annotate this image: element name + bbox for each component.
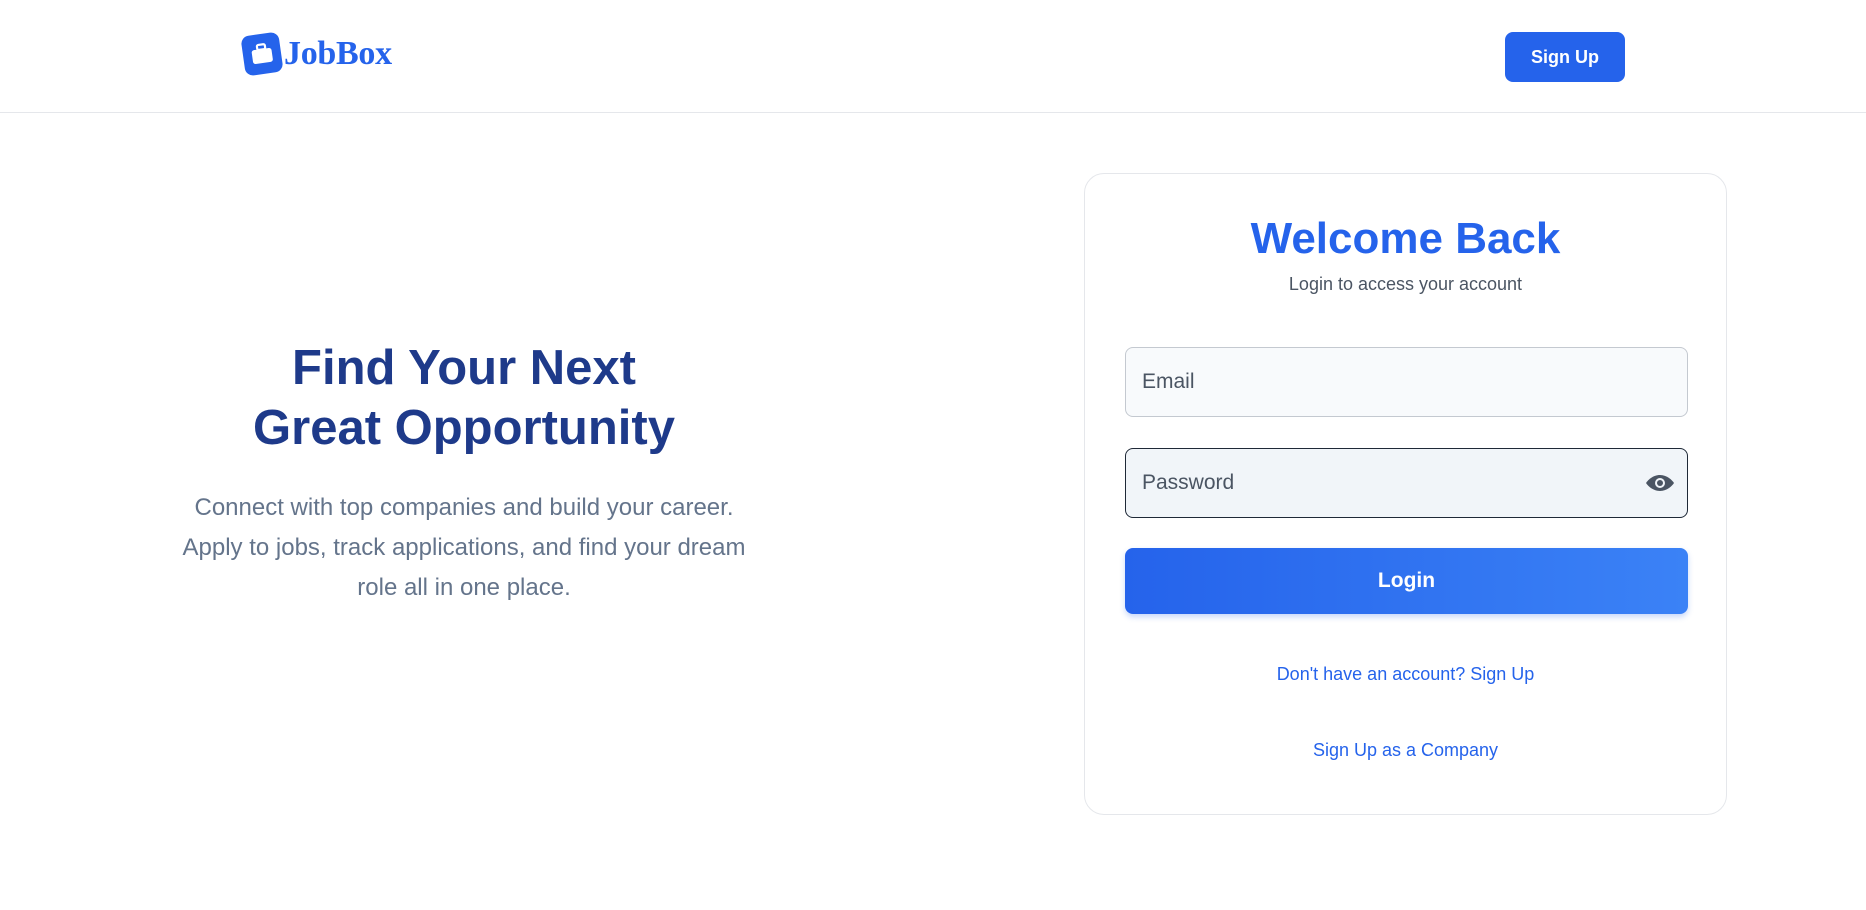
hero-subtitle: Connect with top companies and build you…: [182, 494, 746, 601]
hero-title-line-2: Great Opportunity: [253, 401, 675, 455]
hero-title-line-1: Find Your Next: [292, 341, 636, 395]
top-nav: JobBox Sign Up: [0, 0, 1866, 113]
password-field-wrapper: [1125, 448, 1688, 518]
header-signup-button[interactable]: Sign Up: [1505, 32, 1625, 82]
briefcase-icon: [240, 31, 284, 77]
email-field[interactable]: [1126, 348, 1687, 416]
logo-text: JobBox: [284, 35, 392, 72]
login-button[interactable]: Login: [1125, 548, 1688, 614]
login-card: Welcome Back Login to access your accoun…: [1084, 173, 1727, 815]
email-field-wrapper: [1125, 347, 1688, 417]
hero-title: Find Your Next Great Opportunity: [140, 338, 788, 458]
company-signup-link[interactable]: Sign Up as a Company: [1085, 740, 1726, 761]
eye-icon[interactable]: [1645, 471, 1675, 495]
login-title: Welcome Back: [1250, 214, 1561, 263]
login-subtitle: Login to access your account: [1288, 274, 1523, 294]
logo[interactable]: JobBox: [240, 31, 392, 77]
signup-link[interactable]: Don't have an account? Sign Up: [1085, 664, 1726, 685]
password-field[interactable]: [1126, 449, 1687, 517]
hero-section: Find Your Next Great Opportunity Connect…: [140, 338, 788, 608]
